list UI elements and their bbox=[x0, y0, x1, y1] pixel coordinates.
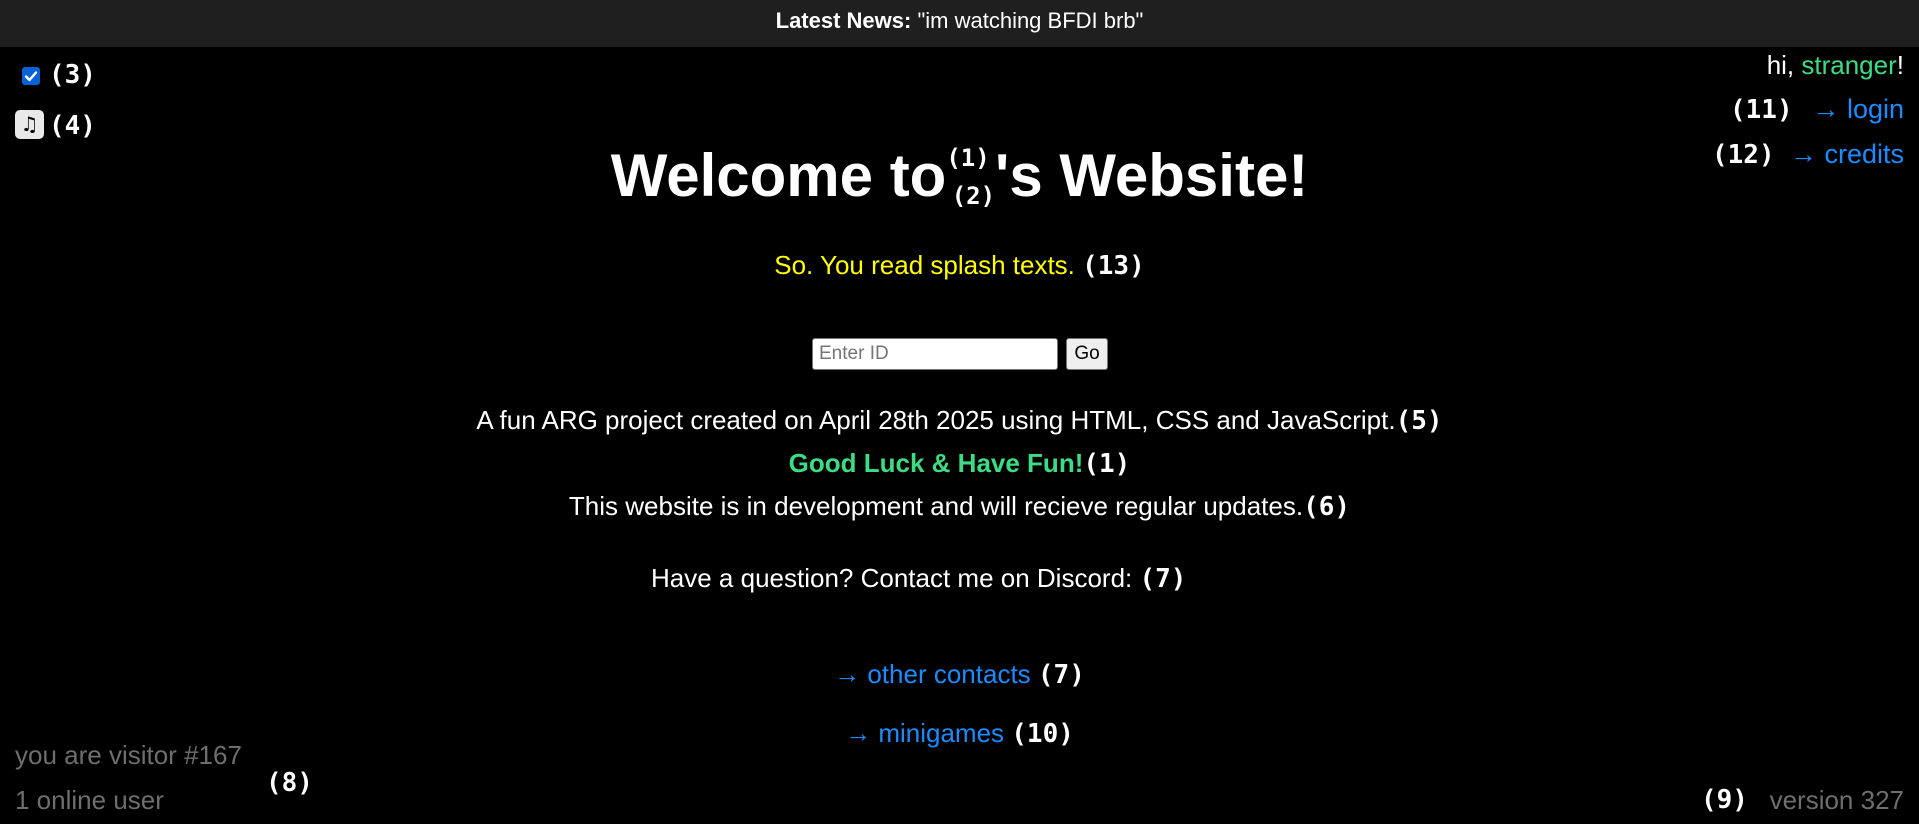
good-luck-text: Good Luck & Have Fun! bbox=[788, 448, 1084, 478]
minigames-link[interactable]: → minigames bbox=[845, 718, 1004, 748]
news-label: Latest News: bbox=[775, 8, 912, 33]
description-text: A fun ARG project created on April 28th … bbox=[476, 405, 1396, 435]
marker-4: (4) bbox=[49, 111, 96, 141]
login-link[interactable]: → login bbox=[1812, 94, 1904, 125]
good-luck-line: Good Luck & Have Fun!(1) bbox=[0, 448, 1919, 479]
other-contacts-link[interactable]: → other contacts bbox=[834, 659, 1031, 689]
setting-checkbox[interactable] bbox=[22, 67, 40, 85]
minigames-line: → minigames (10) bbox=[0, 718, 1919, 749]
online-users: 1 online user bbox=[15, 785, 164, 815]
dev-notice-line: This website is in development and will … bbox=[0, 491, 1919, 522]
contact-line: Have a question? Contact me on Discord: … bbox=[651, 563, 1186, 594]
latest-news-bar: Latest News: "im watching BFDI brb" bbox=[0, 0, 1919, 47]
greeting-username: stranger bbox=[1801, 50, 1897, 80]
news-text: "im watching BFDI brb" bbox=[911, 8, 1144, 33]
description-line: A fun ARG project created on April 28th … bbox=[0, 405, 1919, 436]
go-button[interactable]: Go bbox=[1066, 338, 1108, 370]
greeting-suffix: ! bbox=[1896, 50, 1904, 80]
marker-1: (1) bbox=[1083, 449, 1131, 479]
other-contacts-line: → other contacts (7) bbox=[0, 659, 1919, 690]
marker-8: (8) bbox=[266, 768, 313, 798]
marker-3: (3) bbox=[49, 60, 96, 90]
marker-11: (11) bbox=[1730, 95, 1793, 125]
greeting-prefix: hi, bbox=[1766, 50, 1802, 80]
marker-7-other: (7) bbox=[1037, 660, 1085, 690]
marker-13: (13) bbox=[1082, 251, 1145, 281]
music-note-icon: ♫ bbox=[20, 112, 39, 136]
title-prefix: Welcome to bbox=[610, 142, 947, 209]
splash-line: So. You read splash texts. (13) bbox=[0, 250, 1919, 281]
visitor-count: you are visitor #167 bbox=[15, 740, 242, 770]
title-marker-2: (2) bbox=[951, 182, 996, 210]
greeting: hi, stranger! bbox=[1767, 50, 1904, 81]
id-input[interactable] bbox=[812, 338, 1058, 370]
dev-notice-text: This website is in development and will … bbox=[568, 491, 1304, 521]
page-title: Welcome to(1) (2)'s Website! bbox=[0, 141, 1919, 210]
title-marker-1: (1) bbox=[946, 144, 990, 172]
marker-10: (10) bbox=[1011, 719, 1074, 749]
checkmark-icon bbox=[24, 71, 38, 82]
music-toggle-button[interactable]: ♫ bbox=[15, 110, 44, 139]
marker-9: (9) bbox=[1701, 785, 1748, 815]
splash-text: So. You read splash texts. bbox=[774, 250, 1075, 280]
marker-6: (6) bbox=[1303, 492, 1351, 522]
title-suffix: 's Website! bbox=[995, 142, 1309, 209]
marker-5: (5) bbox=[1395, 406, 1443, 436]
version-label: version 327 bbox=[1769, 785, 1904, 815]
marker-7-contact: (7) bbox=[1139, 564, 1187, 594]
contact-text: Have a question? Contact me on Discord: bbox=[651, 563, 1133, 593]
